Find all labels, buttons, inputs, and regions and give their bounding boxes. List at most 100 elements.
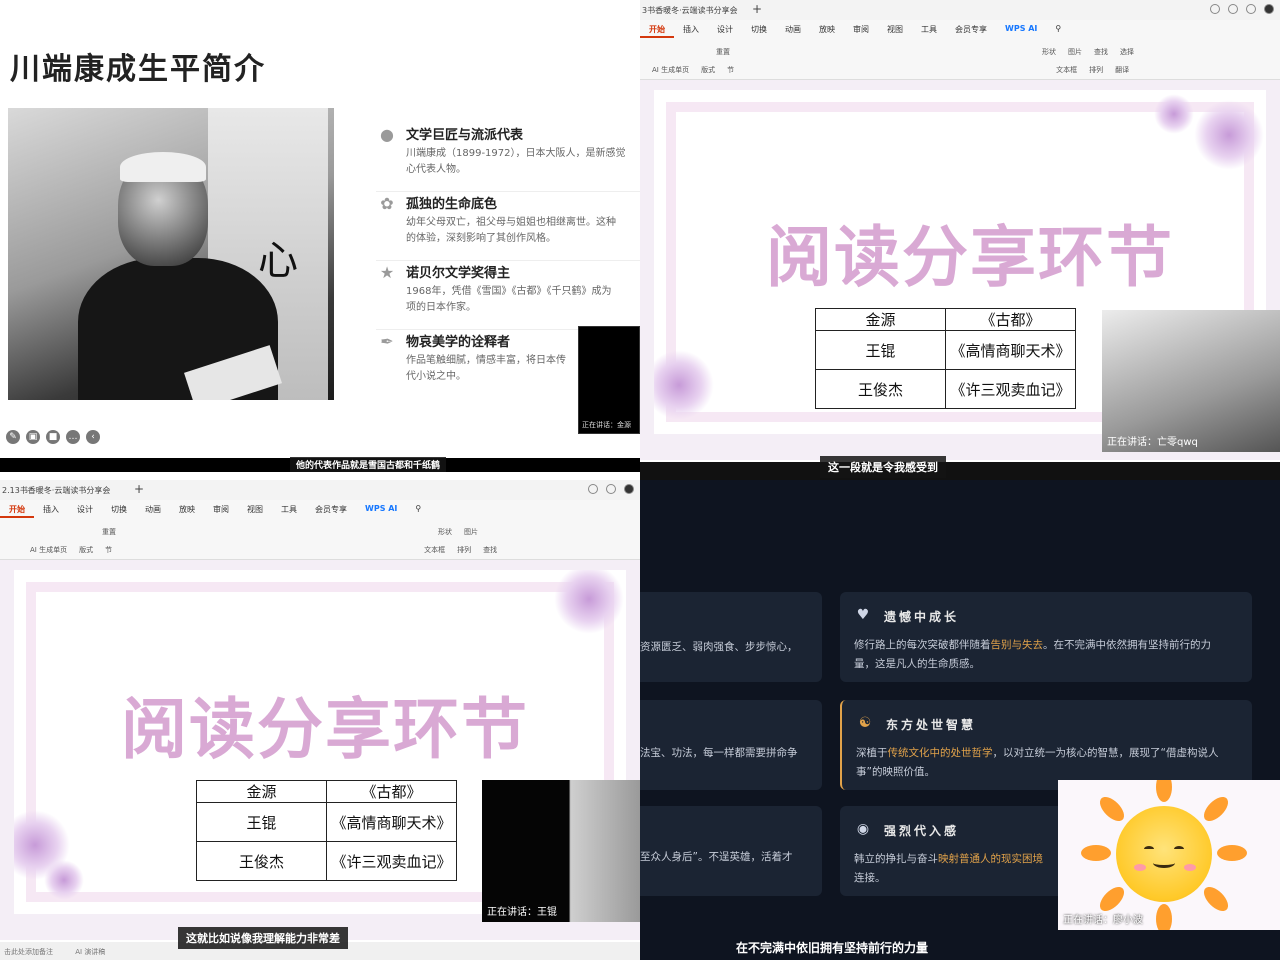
camera-icon[interactable]: ■ [46,430,60,444]
ribbon-tabs: 开始 插入 设计 切换 动画 放映 审阅 视图 工具 会员专享 WPS AI ⚲ [640,20,1280,38]
minimize-icon[interactable] [606,484,616,494]
tab-transition[interactable]: 切换 [102,500,136,518]
tab-transition[interactable]: 切换 [742,20,776,38]
window-controls [588,484,634,494]
status-bar [640,462,1280,480]
avatar[interactable] [624,484,634,494]
translate-button[interactable]: 翻译 [1109,65,1135,75]
document-tab[interactable]: 2.13书香暖冬·云端读书分享会 [2,485,110,496]
bio-item: ● 文学巨匠与流派代表 川端康成（1899-1972），日本大阪人，是新感觉 心… [376,124,640,192]
tab-tools[interactable]: 工具 [912,20,946,38]
tab-view[interactable]: 视图 [238,500,272,518]
section-button[interactable]: 节 [721,65,740,75]
settings-icon[interactable] [588,484,598,494]
arrange-button[interactable]: 排列 [1083,65,1109,75]
new-tab-icon[interactable]: + [134,482,144,496]
picture-button[interactable]: 图片 [458,527,484,537]
sun-avatar [1116,806,1212,902]
flower-decoration [1154,94,1194,134]
ai-speech-button[interactable]: AI 演讲稿 [75,948,105,956]
tab-insert[interactable]: 插入 [674,20,708,38]
select-button[interactable]: 选择 [1114,47,1140,57]
sun-eye [1144,846,1154,852]
bio-item-text: 的体验，深刻影响了其创作风格。 [406,233,556,244]
participant-video[interactable]: 正在讲话：王锟 [482,780,640,922]
tab-tools[interactable]: 工具 [272,500,306,518]
ai-single-page-button[interactable]: AI 生成单页 [646,65,695,75]
textbox-button[interactable]: 文本框 [1050,65,1083,75]
tab-member[interactable]: 会员专享 [946,20,996,38]
layout-button[interactable]: 版式 [695,65,721,75]
textbox-button[interactable]: 文本框 [418,545,451,555]
share-title: 阅读分享环节 [766,219,1174,296]
table-cell: 《高情商聊天术》 [326,802,457,842]
arrange-button[interactable]: 排列 [451,545,477,555]
new-tab-icon[interactable]: + [752,2,762,16]
table-cell: 王俊杰 [196,841,327,881]
tab-member[interactable]: 会员专享 [306,500,356,518]
participant-video[interactable]: 正在讲话：亡零qwq [1102,310,1280,452]
ai-single-page-button[interactable]: AI 生成单页 [24,545,73,555]
tab-slideshow[interactable]: 放映 [170,500,204,518]
speaker-label: 正在讲话：金源 [582,421,631,429]
slideshow-toolbar: ✎ ▣ ■ … ‹ [0,426,106,448]
card-text: 至众人身后”。不逞英雄，活着才 [640,851,793,863]
window-titlebar: 3书香暖冬·云端读书分享会 + [640,0,1280,20]
minimize-icon[interactable] [1228,4,1238,14]
live-caption: 在不完满中依旧拥有坚持前行的力量 [736,941,929,955]
tab-start[interactable]: 开始 [640,20,674,38]
presentation-panel-biography: 川端康成生平简介 心 ● 文学巨匠与流派代表 川端康成（1899-1972），日… [0,0,640,480]
bio-item-text: 川端康成（1899-1972），日本大阪人，是新感觉 [406,148,626,159]
tab-review[interactable]: 审阅 [204,500,238,518]
shape-button[interactable]: 形状 [432,527,458,537]
bio-item-text: 幼年父母双亡，祖父母与姐姐也相继离世。这种 [406,217,616,228]
chevron-left-icon[interactable]: ‹ [86,430,100,444]
pen-icon[interactable]: ✎ [6,430,20,444]
tab-insert[interactable]: 插入 [34,500,68,518]
sun-ray [1199,882,1233,916]
leaf-icon: ✿ [380,194,394,213]
tab-design[interactable]: 设计 [708,20,742,38]
section-button[interactable]: 节 [99,545,118,555]
slide-title: 川端康成生平简介 [10,52,266,87]
reset-button[interactable]: 重置 [710,47,736,57]
window-titlebar: 2.13书香暖冬·云端读书分享会 + [0,480,640,500]
screenshot-icon[interactable]: ▣ [26,430,40,444]
search-icon[interactable]: ⚲ [1046,20,1070,38]
card-text: 深植于传统文化中的处世哲学，以对立统一为核心的智慧，展现了“借虚构说人 事”的映照… [856,747,1219,778]
restore-icon[interactable] [1246,4,1256,14]
tab-animation[interactable]: 动画 [136,500,170,518]
document-tab[interactable]: 3书香暖冬·云端读书分享会 [642,5,738,16]
trophy-icon: ★ [379,263,395,282]
participant-video[interactable]: 正在讲话：廖小波 [1058,780,1280,930]
layout-button[interactable]: 版式 [73,545,99,555]
avatar[interactable] [1264,4,1274,14]
tab-design[interactable]: 设计 [68,500,102,518]
table-cell: 王锟 [815,330,946,370]
tab-slideshow[interactable]: 放映 [810,20,844,38]
picture-button[interactable]: 图片 [1062,47,1088,57]
bio-item: ✿ 孤独的生命底色 幼年父母双亡，祖父母与姐姐也相继离世。这种 的体验，深刻影响… [376,193,640,261]
reading-table: 金源 《古都》 王锟 《高情商聊天术》 王俊杰 《许三观卖血记》 [196,780,457,881]
tab-review[interactable]: 审阅 [844,20,878,38]
speaker-label: 正在讲话：王锟 [487,907,557,918]
tab-wps-ai[interactable]: WPS AI [356,500,406,518]
ribbon-toolbar: 重置 形状 图片 查找 选择 AI 生成单页 版式 节 文本框 排列 翻译 [640,38,1280,80]
participant-video[interactable]: 正在讲话：金源 [578,326,640,434]
notes-placeholder[interactable]: 击此处添加备注 [4,948,53,956]
find-button[interactable]: 查找 [1088,47,1114,57]
share-title: 阅读分享环节 [121,691,529,768]
presentation-panel-share-bottom: 2.13书香暖冬·云端读书分享会 + 开始 插入 设计 切换 动画 放映 审阅 … [0,480,640,960]
search-icon[interactable]: ⚲ [406,500,430,518]
tab-wps-ai[interactable]: WPS AI [996,20,1046,38]
tab-animation[interactable]: 动画 [776,20,810,38]
shape-button[interactable]: 形状 [1036,47,1062,57]
tab-view[interactable]: 视图 [878,20,912,38]
more-icon[interactable]: … [66,430,80,444]
reset-button[interactable]: 重置 [96,527,122,537]
heart-icon: ♥ [856,607,870,623]
tab-start[interactable]: 开始 [0,500,34,518]
settings-icon[interactable] [1210,4,1220,14]
find-button[interactable]: 查找 [477,545,503,555]
table-cell: 《高情商聊天术》 [945,330,1076,370]
